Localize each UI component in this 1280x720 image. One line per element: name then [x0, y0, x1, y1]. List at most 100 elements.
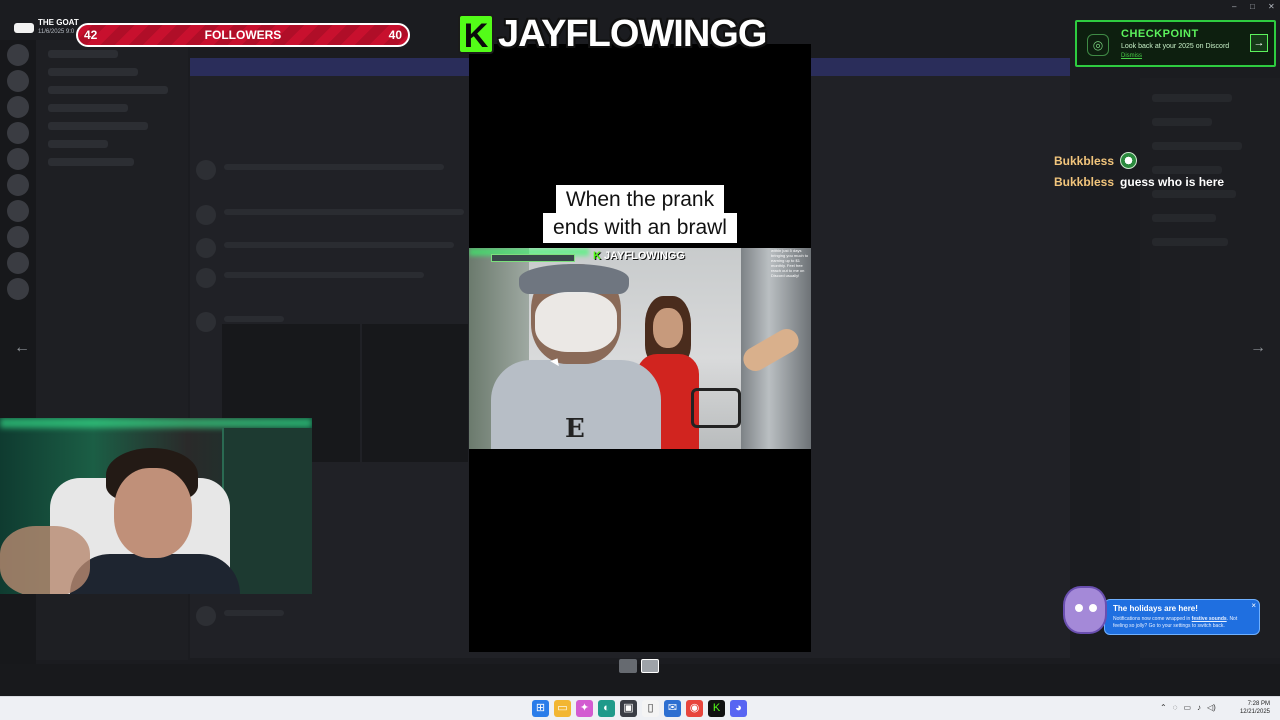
blurred-hand: [0, 526, 90, 594]
video-frame[interactable]: E K JAYFLOWINGG within just 5 days bring…: [469, 248, 811, 449]
toast-body: Notifications now come wrapped in festiv…: [1113, 616, 1238, 629]
channel-date: 11/6/2025 9:0: [38, 29, 75, 35]
channel-item[interactable]: [48, 140, 108, 148]
chat-message: [196, 268, 466, 290]
server-icon[interactable]: [7, 70, 29, 92]
chat-line: Bukkbless guess who is here: [1054, 171, 1274, 192]
edge-icon[interactable]: ◐: [598, 700, 615, 717]
holiday-notification-toast[interactable]: The holidays are here! Notifications now…: [1063, 586, 1260, 635]
server-rail: [0, 40, 36, 696]
message-text: [224, 272, 424, 278]
kick-brand-banner: K JAYFLOWINGG: [458, 12, 767, 55]
media-thumbnail-active[interactable]: [641, 659, 659, 673]
toast-link[interactable]: festive sounds: [1192, 616, 1227, 622]
clock-date: 12/21/2025: [1239, 709, 1270, 715]
volume-icon[interactable]: ◁): [1207, 703, 1216, 712]
taskbar-clock[interactable]: 7:28 PM 12/21/2025: [1240, 700, 1270, 716]
man-with-cream-face: E: [491, 264, 661, 449]
checkpoint-subtitle: Look back at your 2025 on Discord: [1121, 43, 1230, 50]
prev-arrow-icon[interactable]: ←: [12, 338, 32, 358]
wumpus-mascot-icon: [1063, 586, 1107, 634]
toast-title: The holidays are here!: [1113, 604, 1198, 613]
server-icon[interactable]: [7, 122, 29, 144]
server-icon[interactable]: [7, 278, 29, 300]
server-icon[interactable]: [7, 148, 29, 170]
close-icon[interactable]: ✕: [1268, 2, 1275, 11]
avatar: [196, 238, 216, 258]
message-text: [224, 209, 464, 215]
fridge-background: [222, 428, 312, 594]
caption-line: When the prank: [555, 185, 725, 215]
channel-logo-icon: [14, 23, 34, 33]
channel-item[interactable]: [48, 86, 168, 94]
caption-line: ends with an brawl: [543, 213, 737, 243]
channel-name: THE GOAT: [38, 18, 79, 27]
message-text: [224, 242, 454, 248]
video-caption: When the prank ends with an brawl: [469, 185, 811, 243]
media-thumbnail[interactable]: [619, 659, 637, 673]
maximize-icon[interactable]: □: [1250, 2, 1255, 11]
microphone-icon[interactable]: ♪: [1197, 703, 1201, 712]
attachment-thumbnail[interactable]: [362, 324, 468, 462]
member-item[interactable]: [1152, 238, 1228, 246]
member-item[interactable]: [1152, 214, 1216, 222]
battery-icon[interactable]: ▭: [1183, 703, 1191, 712]
chevron-up-icon[interactable]: ⌃: [1160, 703, 1167, 712]
system-tray: ⌃ ◌ ▭ ♪ ◁): [1160, 703, 1216, 712]
avatar: [196, 160, 216, 180]
channel-item[interactable]: [48, 50, 118, 58]
windows-start-icon[interactable]: ⊞: [532, 700, 549, 717]
media-viewer[interactable]: When the prank ends with an brawl E K JA…: [469, 44, 811, 652]
server-icon[interactable]: [7, 96, 29, 118]
inner-brand-logo: K JAYFLOWINGG: [593, 250, 685, 262]
server-icon[interactable]: [7, 174, 29, 196]
media-pager: [619, 659, 663, 675]
channel-item[interactable]: [48, 68, 138, 76]
message-text: [224, 610, 284, 616]
server-icon[interactable]: [7, 252, 29, 274]
member-item[interactable]: [1152, 94, 1232, 102]
clock-time: 7:28 PM: [1247, 701, 1270, 707]
soccer-ball-emote-icon: [1120, 152, 1138, 169]
chat-line: Bukkbless: [1054, 150, 1274, 171]
laundry-basket: [691, 388, 741, 428]
avatar: [196, 205, 216, 225]
chat-message: [196, 160, 466, 182]
chrome-icon[interactable]: ◉: [686, 700, 703, 717]
taskbar-apps: ⊞ ▭ ✦ ◐ ▣ ▯ ✉ ◉ K ◕: [532, 700, 747, 717]
channel-item[interactable]: [48, 104, 128, 112]
channel-item[interactable]: [48, 122, 148, 130]
channel-item[interactable]: [48, 158, 134, 166]
discord-icon[interactable]: ◕: [730, 700, 747, 717]
checkpoint-arrow-button[interactable]: →: [1250, 34, 1268, 52]
kick-logo-icon: K: [458, 14, 494, 55]
streamer-name: JAYFLOWINGG: [498, 12, 767, 55]
server-icon[interactable]: [7, 44, 29, 66]
green-led-strip: [0, 418, 312, 428]
mail-icon[interactable]: ✉: [664, 700, 681, 717]
close-icon[interactable]: ×: [1251, 601, 1256, 610]
kick-icon[interactable]: K: [708, 700, 725, 717]
member-item[interactable]: [1152, 118, 1212, 126]
next-arrow-icon[interactable]: →: [1248, 338, 1268, 358]
inner-side-note: within just 5 days bringing you much to …: [771, 248, 809, 278]
server-icon[interactable]: [7, 200, 29, 222]
taskbar: ⊞ ▭ ✦ ◐ ▣ ▯ ✉ ◉ K ◕ ⌃ ◌ ▭ ♪ ◁) 7:28 PM 1…: [0, 696, 1280, 720]
server-icon[interactable]: [7, 226, 29, 248]
avatar: [196, 268, 216, 288]
chat-username: Bukkbless: [1054, 174, 1115, 189]
minimize-icon[interactable]: –: [1232, 2, 1236, 11]
followers-goal-bar: FOLLOWERS 42 40: [76, 23, 410, 47]
checkpoint-dismiss-link[interactable]: Dismiss: [1121, 53, 1142, 59]
store-icon[interactable]: ▣: [620, 700, 637, 717]
copilot-icon[interactable]: ✦: [576, 700, 593, 717]
avatar: [196, 606, 216, 626]
file-explorer-icon[interactable]: ▭: [554, 700, 571, 717]
checkpoint-banner[interactable]: ◎ CHECKPOINT Look back at your 2025 on D…: [1075, 20, 1276, 67]
member-item[interactable]: [1152, 142, 1242, 150]
avatar: [196, 312, 216, 332]
notepad-icon[interactable]: ▯: [642, 700, 659, 717]
webcam-feed: [0, 418, 312, 594]
network-icon[interactable]: ◌: [1173, 703, 1178, 712]
chat-message: [196, 238, 466, 260]
